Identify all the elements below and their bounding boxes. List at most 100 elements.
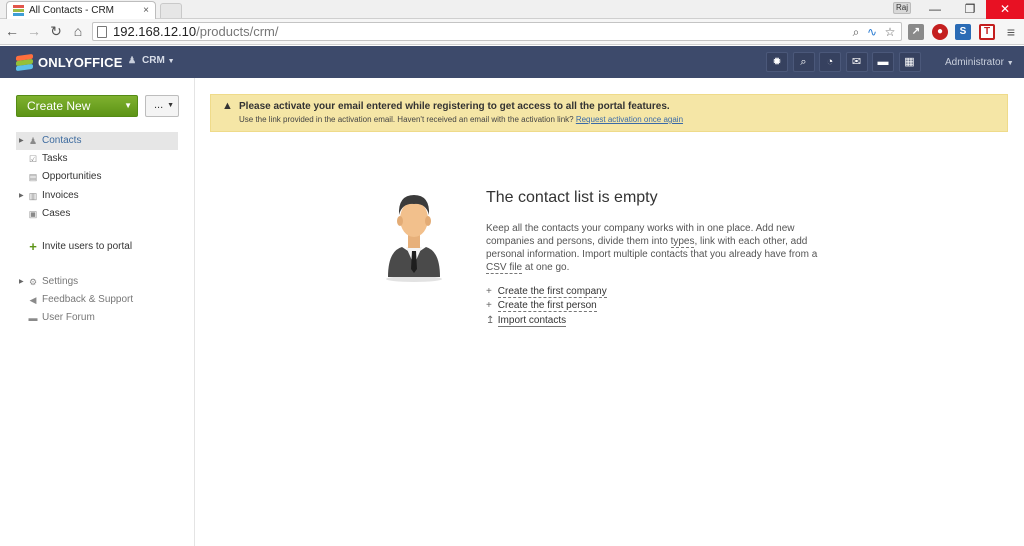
header-icons: ✹ ⌕ ◔ ✉ ▬ ▦ — [766, 52, 925, 72]
calendar-icon[interactable]: ▦ — [898, 52, 921, 72]
sidebar-item-label: Tasks — [42, 153, 68, 164]
sidebar-item-label: Invite users to portal — [42, 241, 133, 252]
activation-banner: ▲ Please activate your email entered whi… — [210, 94, 1008, 132]
sidebar-item-tasks[interactable]: ☑ Tasks — [16, 150, 178, 168]
expand-arrow-icon[interactable]: ▶ — [19, 187, 24, 205]
sidebar-item-label: Invoices — [42, 190, 79, 201]
browser-toolbar: ← → ↻ ⌂ 192.168.12.10/products/crm/ ⌕ ∿ … — [0, 19, 1024, 45]
url-host: 192.168.12.10 — [113, 24, 197, 39]
page-icon — [97, 26, 107, 38]
bookmark-star-icon[interactable]: ☆ — [883, 25, 897, 39]
feed-icon[interactable]: ◔ — [819, 52, 841, 72]
sidebar-item-label: User Forum — [42, 312, 95, 323]
reload-icon[interactable]: ↻ — [48, 23, 64, 39]
logo-text: ONLYOFFICE — [38, 54, 123, 70]
back-arrow-icon[interactable]: ← — [4, 23, 20, 39]
plus-icon: + — [486, 286, 492, 297]
action-label: Create the first person — [497, 300, 597, 312]
tab-close-icon[interactable]: × — [143, 2, 149, 19]
chevron-down-icon: ▼ — [1006, 60, 1014, 67]
onlyoffice-logo-icon — [16, 53, 33, 71]
empty-state-title: The contact list is empty — [486, 189, 658, 206]
sidebar-item-label: Contacts — [42, 135, 82, 146]
types-link[interactable]: types — [670, 236, 695, 248]
speech-bubble-icon: ▬ — [28, 313, 38, 323]
sidebar-item-invite-users[interactable]: + Invite users to portal — [16, 238, 178, 256]
zoom-search-icon[interactable]: ⌕ — [849, 25, 863, 39]
browser-tab[interactable]: All Contacts - CRM × — [6, 1, 156, 19]
chevron-down-icon: ▼ — [124, 101, 132, 110]
window-close-button[interactable]: ✕ — [986, 0, 1024, 19]
mail-icon[interactable]: ✉ — [845, 52, 868, 72]
banner-title: Please activate your email entered while… — [239, 101, 670, 112]
sidebar-item-contacts[interactable]: ▶ ♟ Contacts — [16, 132, 178, 150]
sidebar-item-settings[interactable]: ▶ ⚙ Settings — [16, 273, 178, 291]
browser-tab-bar: All Contacts - CRM × Raj — ❐ ✕ — [0, 0, 1024, 19]
extension-t-icon[interactable]: T — [979, 24, 995, 40]
window-restore-button[interactable]: ❐ — [955, 0, 985, 19]
new-tab-button[interactable] — [160, 3, 182, 18]
banner-message: Use the link provided in the activation … — [239, 115, 574, 124]
sidebar-item-label: Settings — [42, 276, 79, 287]
create-new-label: Create New — [27, 99, 91, 113]
action-label: Import contacts — [497, 315, 567, 327]
upload-icon: ↥ — [486, 315, 495, 326]
empty-state-description: Keep all the contacts your company works… — [486, 222, 826, 274]
onlyoffice-logo-icon — [13, 5, 24, 16]
gear-icon: ⚙ — [28, 277, 38, 287]
megaphone-icon: ◀ — [29, 295, 37, 305]
extension-s-icon[interactable]: S — [955, 24, 971, 40]
sidebar-item-label: Cases — [42, 208, 71, 219]
desc-part-3: at one go. — [522, 262, 570, 273]
extension-block-icon[interactable]: ● — [932, 24, 948, 40]
tab-title: All Contacts - CRM — [29, 5, 115, 16]
chat-icon[interactable]: ▬ — [872, 52, 894, 72]
warning-icon: ▲ — [222, 100, 233, 112]
browser-menu-icon[interactable]: ≡ — [1003, 24, 1019, 40]
sidebar-item-feedback[interactable]: ◀ Feedback & Support — [16, 291, 178, 309]
home-icon[interactable]: ⌂ — [70, 23, 86, 39]
url-path: /products/crm/ — [196, 24, 279, 39]
module-label: CRM — [142, 55, 165, 66]
url-text: 192.168.12.10/products/crm/ — [113, 24, 279, 40]
expand-arrow-icon[interactable]: ▶ — [19, 273, 24, 291]
crm-module-icon: ♟ — [128, 55, 137, 65]
search-icon[interactable]: ⌕ — [792, 52, 815, 72]
import-contacts-link[interactable]: ↥ Import contacts — [486, 315, 567, 327]
forward-arrow-icon[interactable]: → — [26, 23, 42, 39]
sidebar-item-opportunities[interactable]: ▤ Opportunities — [16, 168, 178, 186]
window-minimize-button[interactable]: — — [920, 0, 950, 19]
extension-chart-icon[interactable]: ↗ — [908, 24, 924, 40]
tasks-icon: ☑ — [28, 154, 38, 164]
onlyoffice-logo[interactable]: ONLYOFFICE — [16, 53, 123, 71]
browser-profile-chip[interactable]: Raj — [893, 2, 911, 14]
address-bar[interactable]: 192.168.12.10/products/crm/ ⌕ ∿ ☆ — [92, 22, 902, 41]
sidebar-item-user-forum[interactable]: ▬ User Forum — [16, 309, 178, 327]
settings-icon[interactable]: ✹ — [766, 52, 788, 72]
sidebar: Create New ▼ ... ▼ ▶ ♟ Contacts ☑ Tasks … — [0, 78, 195, 546]
create-first-person-link[interactable]: + Create the first person — [486, 300, 597, 312]
csv-file-link[interactable]: CSV file — [486, 262, 523, 274]
expand-arrow-icon[interactable]: ▶ — [19, 132, 24, 150]
chevron-down-icon: ▼ — [167, 58, 175, 65]
sidebar-item-invoices[interactable]: ▶ ▥ Invoices — [16, 187, 178, 205]
contacts-icon: ♟ — [28, 136, 38, 146]
person-avatar-illustration — [386, 195, 442, 282]
create-first-company-link[interactable]: + Create the first company — [486, 286, 607, 298]
app-header: ONLYOFFICE ♟ CRM ▼ ✹ ⌕ ◔ ✉ ▬ ▦ Administra… — [0, 46, 1024, 78]
plus-icon: + — [486, 300, 492, 311]
admin-label: Administrator — [945, 57, 1004, 68]
create-new-button[interactable]: Create New ▼ — [16, 95, 138, 117]
extension-wave-icon[interactable]: ∿ — [865, 25, 879, 39]
plus-icon: + — [29, 239, 37, 254]
opportunities-icon: ▤ — [28, 172, 38, 182]
more-actions-button[interactable]: ... ▼ — [145, 95, 179, 117]
sidebar-item-label: Opportunities — [42, 171, 102, 182]
module-switcher[interactable]: ♟ CRM ▼ — [128, 55, 175, 66]
request-activation-link[interactable]: Request activation once again — [576, 115, 683, 124]
chevron-down-icon: ▼ — [167, 102, 174, 109]
user-menu[interactable]: Administrator ▼ — [945, 57, 1014, 68]
sidebar-item-label: Feedback & Support — [42, 294, 134, 305]
sidebar-item-cases[interactable]: ▣ Cases — [16, 205, 178, 223]
cases-icon: ▣ — [28, 209, 38, 219]
